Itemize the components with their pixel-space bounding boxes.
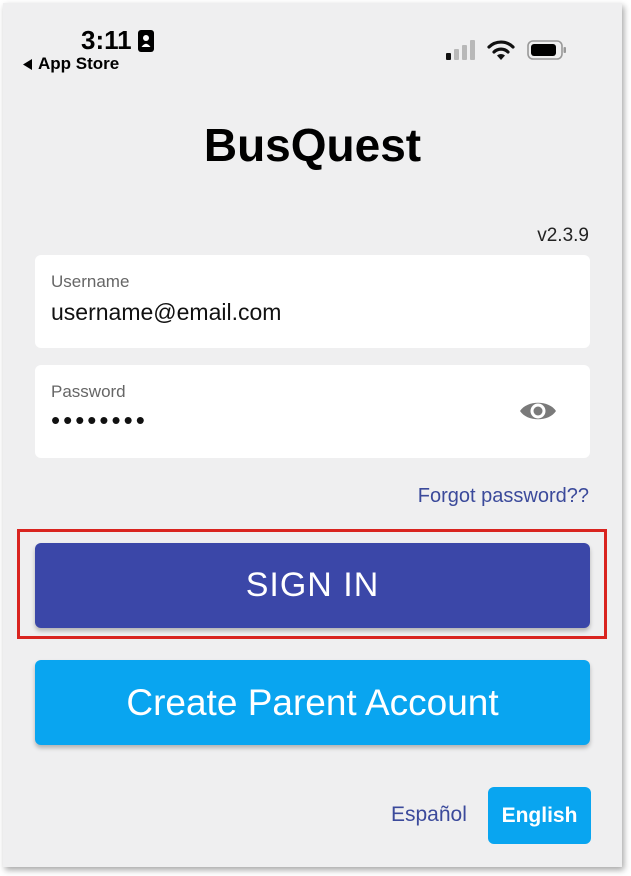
- username-field[interactable]: Username: [35, 255, 590, 348]
- contact-card-icon: [137, 29, 154, 52]
- language-spanish[interactable]: Español: [391, 803, 467, 827]
- app-screen: 3:11 App Store BusQuest v2.3.9 Username …: [3, 3, 622, 867]
- sign-in-button[interactable]: SIGN IN: [35, 543, 590, 628]
- language-english[interactable]: English: [488, 787, 591, 844]
- status-bar: 3:11 App Store: [3, 3, 622, 83]
- back-label: App Store: [38, 54, 120, 73]
- cellular-signal-icon: [446, 39, 475, 60]
- password-input[interactable]: ••••••••: [51, 405, 511, 436]
- wifi-icon: [487, 40, 515, 60]
- status-icons: [446, 39, 567, 60]
- forgot-password-link[interactable]: Forgot password??: [418, 485, 589, 508]
- password-label: Password: [51, 382, 126, 401]
- app-version: v2.3.9: [537, 225, 589, 246]
- back-to-app-store[interactable]: App Store: [23, 54, 119, 74]
- create-parent-account-button[interactable]: Create Parent Account: [35, 660, 590, 745]
- back-triangle-icon: [23, 58, 32, 70]
- username-label: Username: [51, 272, 130, 291]
- password-field[interactable]: Password ••••••••: [35, 365, 590, 458]
- app-title: BusQuest: [203, 119, 422, 171]
- clock-time: 3:11: [81, 25, 132, 55]
- eye-icon[interactable]: [519, 398, 557, 424]
- username-input[interactable]: [51, 299, 511, 326]
- battery-icon: [527, 39, 566, 60]
- status-clock: 3:11: [81, 25, 154, 56]
